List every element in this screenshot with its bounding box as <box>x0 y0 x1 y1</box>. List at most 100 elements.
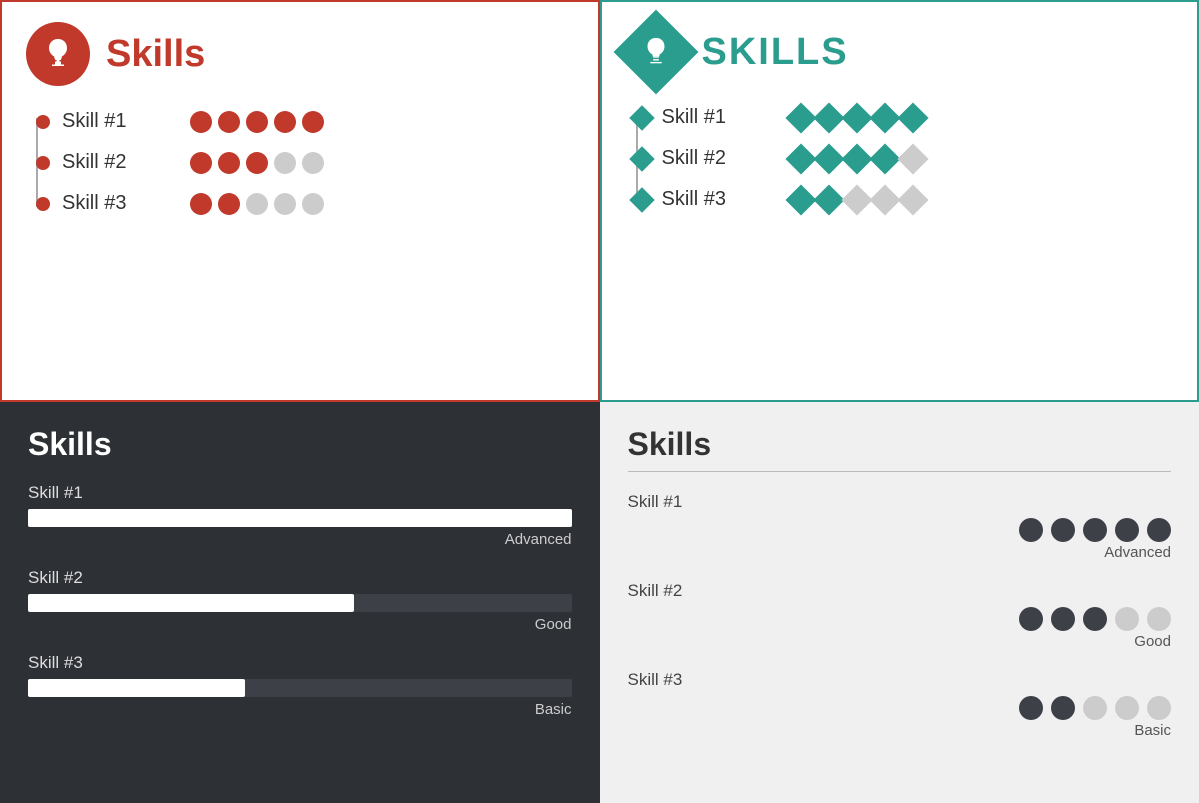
dot-filled <box>1051 696 1075 720</box>
panel2-skills-list: Skill #1 Skill #2 Skill #3 <box>626 106 1174 211</box>
dot-empty <box>1147 607 1171 631</box>
list-item: Skill #2 Good <box>28 568 572 633</box>
table-row: Skill #3 <box>62 192 574 215</box>
diamond-rating <box>790 148 924 170</box>
panel1-header: Skills <box>26 22 574 86</box>
bar-track <box>28 594 572 612</box>
dot-filled <box>190 152 212 174</box>
dot-empty <box>274 193 296 215</box>
panel-skills-teal: SKILLS Skill #1 Skill #2 <box>600 0 1199 402</box>
dot-empty <box>302 152 324 174</box>
dot-filled <box>218 193 240 215</box>
list-item: Skill #1 Advanced <box>28 483 572 548</box>
panel1-title: Skills <box>106 33 205 76</box>
diam-filled <box>813 143 844 174</box>
dot-empty <box>1083 696 1107 720</box>
list-item: Skill #2 Good <box>628 581 1172 650</box>
table-row: Skill #2 <box>62 151 574 174</box>
dot-filled <box>1083 518 1107 542</box>
diam-empty <box>841 184 872 215</box>
skill-name: Skill #3 <box>662 188 782 211</box>
panel-skills-light: Skills Skill #1 Advanced Skill #2 Good S… <box>600 402 1199 803</box>
bar-track <box>28 679 572 697</box>
diam-empty <box>897 143 928 174</box>
diam-filled <box>841 143 872 174</box>
marker-diamond <box>629 146 654 171</box>
diam-filled <box>897 102 928 133</box>
dot-filled <box>1019 607 1043 631</box>
marker-dot <box>36 115 50 129</box>
dot-filled <box>190 111 212 133</box>
skill-name: Skill #2 <box>28 568 572 588</box>
dot-rating <box>628 696 1172 720</box>
skills-svg-icon <box>639 35 673 69</box>
diam-filled <box>785 102 816 133</box>
skill-name: Skill #3 <box>28 653 572 673</box>
skill-name: Skill #1 <box>28 483 572 503</box>
panel2-title: SKILLS <box>702 31 849 74</box>
diam-filled <box>813 184 844 215</box>
diam-filled <box>813 102 844 133</box>
marker-dot <box>36 197 50 211</box>
marker-diamond <box>629 105 654 130</box>
skills-diamond-icon-inner <box>639 35 673 69</box>
dot-filled <box>1115 518 1139 542</box>
dot-rating <box>190 193 324 215</box>
diam-filled <box>785 184 816 215</box>
marker-dot <box>36 156 50 170</box>
dot-filled <box>1083 607 1107 631</box>
skills-diamond-icon <box>613 10 698 95</box>
table-row: Skill #1 <box>662 106 1174 129</box>
panel3-title: Skills <box>28 426 572 463</box>
dot-filled <box>190 193 212 215</box>
bar-fill <box>28 594 354 612</box>
dot-filled <box>274 111 296 133</box>
skill-level-label: Advanced <box>628 544 1172 561</box>
skill-name: Skill #2 <box>662 147 782 170</box>
diamond-rating <box>790 107 924 129</box>
diam-filled <box>785 143 816 174</box>
skills-svg-icon <box>40 36 76 72</box>
list-item: Skill #3 Basic <box>628 670 1172 739</box>
dot-filled <box>246 111 268 133</box>
dot-empty <box>246 193 268 215</box>
dot-filled <box>1019 696 1043 720</box>
list-item: Skill #1 Advanced <box>628 492 1172 561</box>
diam-empty <box>869 184 900 215</box>
diam-filled <box>841 102 872 133</box>
skill-level-label: Basic <box>28 701 572 718</box>
skill-name: Skill #2 <box>62 151 182 174</box>
panel4-title: Skills <box>628 426 1172 472</box>
dot-filled <box>302 111 324 133</box>
dot-filled <box>1019 518 1043 542</box>
skill-level-label: Basic <box>628 722 1172 739</box>
panel1-skills-list: Skill #1 Skill #2 Skill #3 <box>26 110 574 215</box>
skill-name: Skill #2 <box>628 581 1172 601</box>
table-row: Skill #1 <box>62 110 574 133</box>
dot-empty <box>274 152 296 174</box>
skill-name: Skill #1 <box>628 492 1172 512</box>
marker-diamond <box>629 187 654 212</box>
skill-name: Skill #1 <box>62 110 182 133</box>
dot-rating <box>190 111 324 133</box>
table-row: Skill #3 <box>662 188 1174 211</box>
diam-filled <box>869 143 900 174</box>
dot-filled <box>1051 607 1075 631</box>
skill-name: Skill #3 <box>62 192 182 215</box>
list-item: Skill #3 Basic <box>28 653 572 718</box>
dot-filled <box>1051 518 1075 542</box>
dot-empty <box>1115 696 1139 720</box>
dot-rating <box>628 518 1172 542</box>
panel-skills-red: Skills Skill #1 Skill #2 <box>0 0 600 402</box>
table-row: Skill #2 <box>662 147 1174 170</box>
diam-filled <box>869 102 900 133</box>
dot-empty <box>1115 607 1139 631</box>
dot-empty <box>302 193 324 215</box>
skill-level-label: Advanced <box>28 531 572 548</box>
dot-filled <box>246 152 268 174</box>
skill-level-label: Good <box>628 633 1172 650</box>
skills-circle-icon <box>26 22 90 86</box>
dot-empty <box>1147 696 1171 720</box>
diamond-rating <box>790 189 924 211</box>
diam-empty <box>897 184 928 215</box>
